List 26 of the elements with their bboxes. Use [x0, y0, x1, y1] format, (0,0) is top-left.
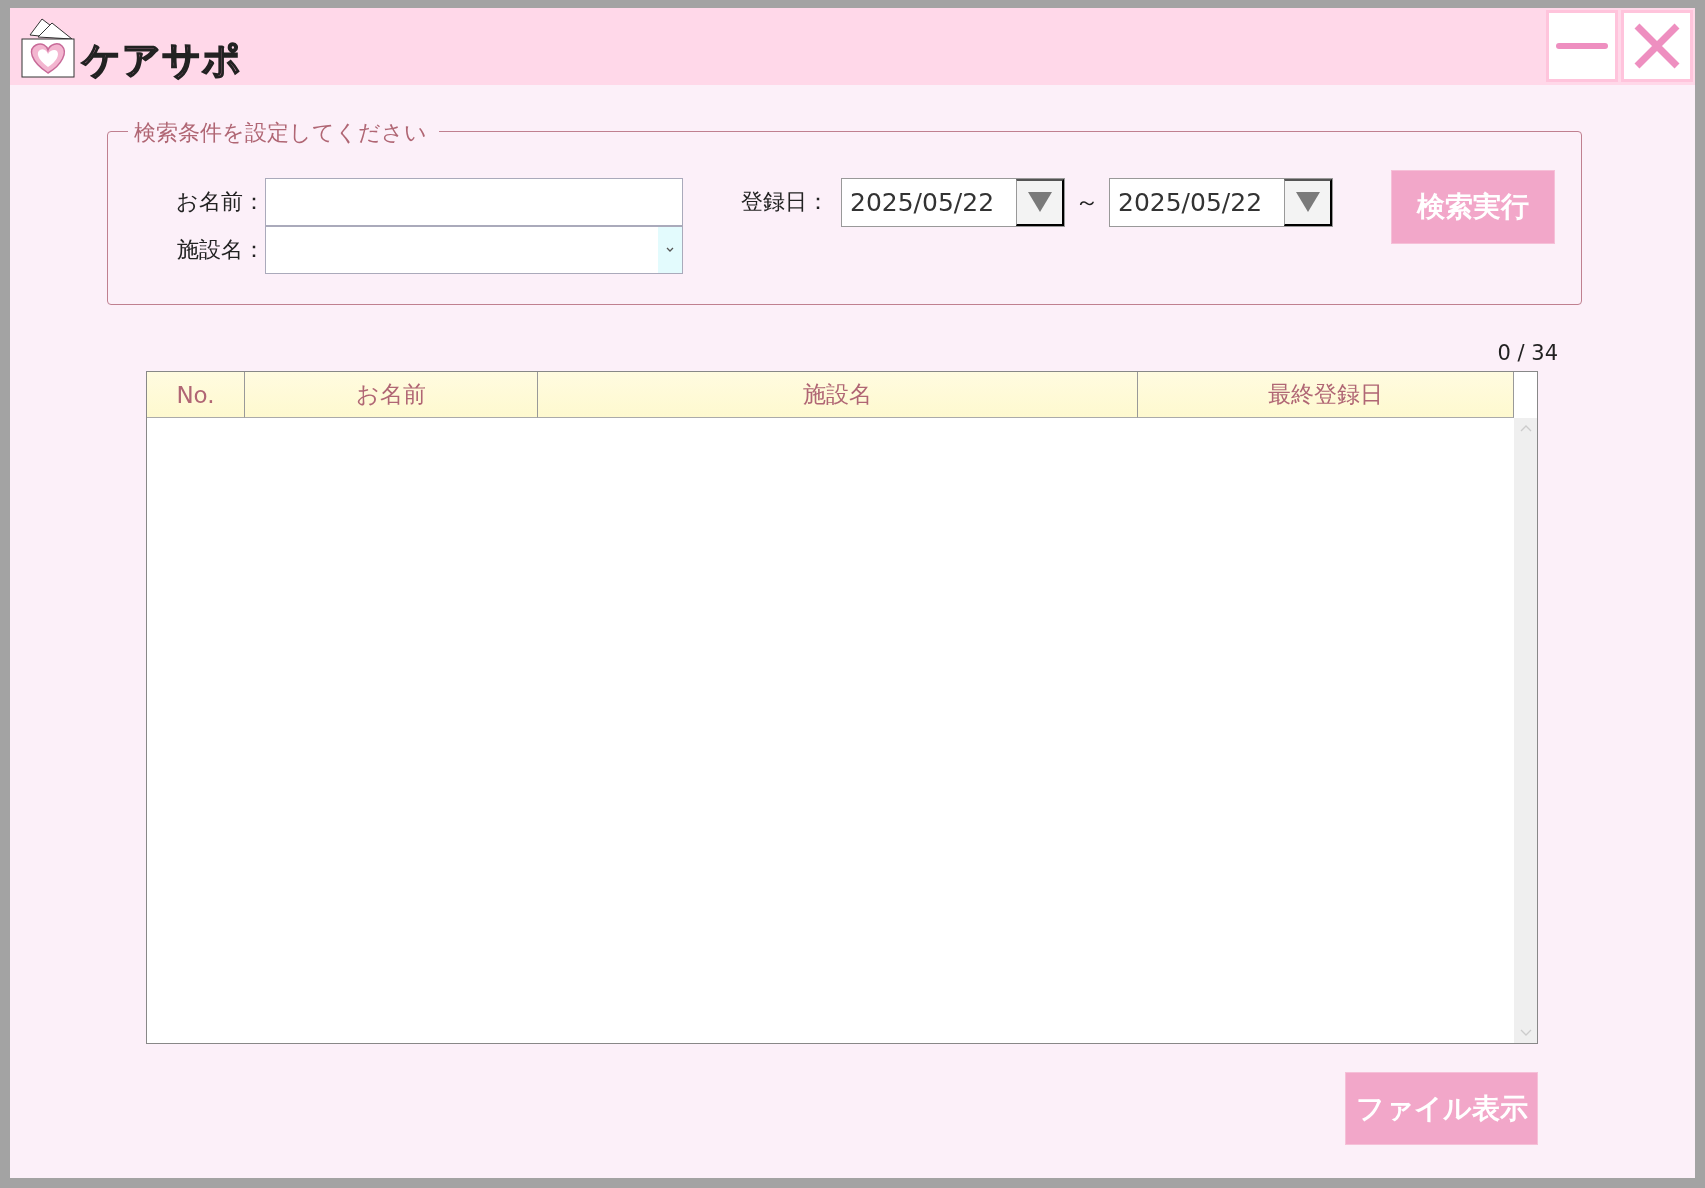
date-to-picker[interactable]: 2025/05/22	[1109, 177, 1333, 227]
minimize-button[interactable]	[1546, 10, 1618, 82]
range-separator: ～	[1075, 187, 1099, 218]
facility-combo-box[interactable]	[265, 226, 683, 274]
minimize-icon	[1556, 43, 1608, 49]
close-button[interactable]	[1621, 10, 1693, 82]
close-icon	[1633, 22, 1681, 70]
result-count: 0 / 34	[1496, 341, 1558, 365]
chevron-down-icon	[666, 247, 674, 253]
column-header: 施設名	[538, 372, 1138, 418]
name-input-field[interactable]	[265, 178, 683, 226]
column-header: No.	[147, 372, 245, 418]
vertical-scrollbar[interactable]	[1514, 418, 1537, 1043]
date-from-picker[interactable]: 2025/05/22	[841, 177, 1065, 227]
name-label: お名前：	[175, 188, 265, 216]
triangle-down-icon	[1026, 191, 1053, 213]
column-header: 最終登録日	[1138, 372, 1514, 418]
date-label: 登録日：	[741, 188, 829, 216]
triangle-down-icon	[1294, 191, 1321, 213]
column-header: お名前	[245, 372, 538, 418]
scroll-down-icon[interactable]	[1519, 1029, 1532, 1037]
facility-label: 施設名：	[176, 236, 265, 264]
dropdown-button[interactable]	[1284, 178, 1332, 226]
scroll-up-icon[interactable]	[1519, 424, 1532, 432]
dropdown-button[interactable]	[1016, 178, 1064, 226]
app-logo-text: ケアサポ	[82, 40, 242, 79]
